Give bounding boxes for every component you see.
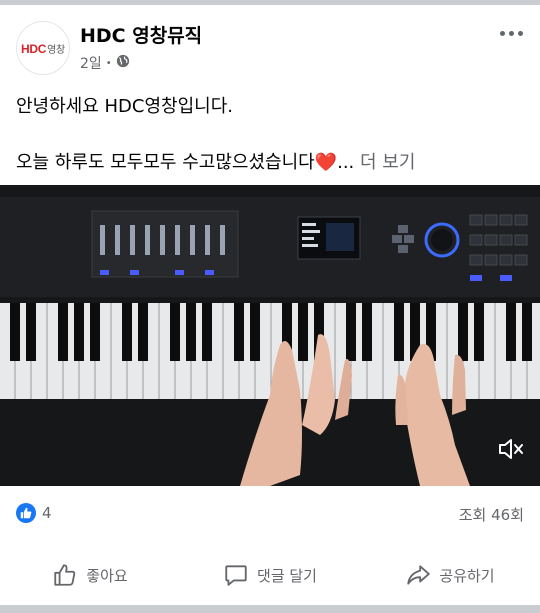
globe-icon	[116, 54, 130, 72]
like-button[interactable]: 좋아요	[0, 553, 180, 597]
post-card: HDC영창 HDC 영창뮤직 2일 • 안녕하세요 HDC영창입니다. 오늘 하…	[0, 5, 540, 605]
heart-emoji: ❤️	[314, 152, 338, 173]
view-count: 조회 46회	[458, 506, 524, 524]
like-button-label: 좋아요	[86, 566, 128, 585]
post-stats: 4 조회 46회	[0, 501, 540, 531]
thumbs-up-icon	[20, 507, 32, 519]
speaker-muted-icon	[499, 439, 523, 459]
meta-separator: •	[105, 57, 112, 69]
post-meta: 2일 •	[80, 53, 130, 73]
see-more-link[interactable]: 더 보기	[360, 152, 415, 173]
page-avatar[interactable]: HDC영창	[16, 21, 70, 75]
post-text-line-1: 안녕하세요 HDC영창입니다.	[16, 96, 234, 117]
share-icon	[407, 565, 431, 585]
post-actions: 좋아요 댓글 달기 공유하기	[0, 553, 540, 597]
video-frame-keyboard	[0, 185, 540, 486]
share-button[interactable]: 공유하기	[360, 553, 540, 597]
thumbs-up-outline-icon	[54, 564, 76, 586]
post-header: HDC영창 HDC 영창뮤직 2일 •	[0, 5, 540, 85]
reaction-badge[interactable]	[16, 503, 36, 523]
mute-button[interactable]	[496, 434, 526, 464]
comment-button[interactable]: 댓글 달기	[180, 553, 360, 597]
comment-icon	[225, 565, 247, 586]
more-horizontal-icon	[499, 30, 505, 36]
share-button-label: 공유하기	[439, 566, 495, 585]
comment-button-label: 댓글 달기	[257, 566, 317, 585]
post-text-line-2: 오늘 하루도 모두모두 수고많으셨습니다❤️... 더 보기	[16, 152, 416, 173]
video-player[interactable]	[0, 185, 540, 486]
avatar-logo: HDC영창	[21, 41, 65, 56]
more-options-button[interactable]	[496, 23, 526, 43]
reaction-count[interactable]: 4	[42, 504, 52, 522]
post-timestamp[interactable]: 2일	[80, 53, 102, 73]
page-name[interactable]: HDC 영창뮤직	[80, 21, 202, 48]
